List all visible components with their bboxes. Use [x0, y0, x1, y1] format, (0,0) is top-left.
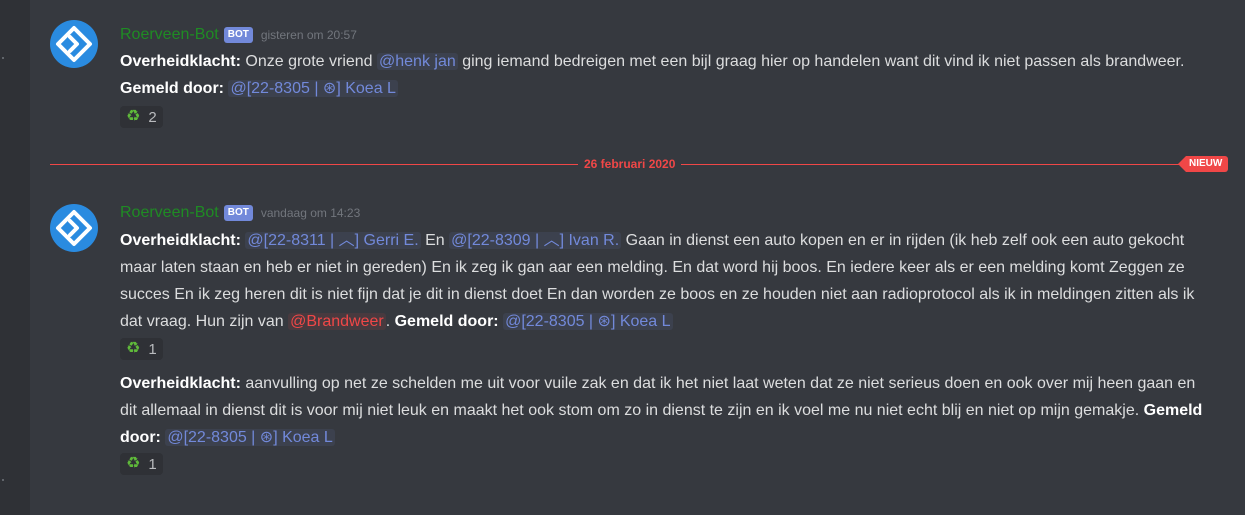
recycle-icon: ♻ — [126, 455, 141, 472]
reaction-count: 1 — [148, 455, 157, 473]
divider-date: 26 februari 2020 — [578, 156, 682, 172]
new-badge[interactable]: NIEUW — [1178, 156, 1229, 172]
reaction-button[interactable]: ♻ 2 — [120, 106, 163, 128]
recycle-icon: ♻ — [126, 108, 141, 125]
reporter-mention[interactable]: @[22-8305 | ⊛] Koea L — [228, 80, 398, 97]
message-content: Overheidklacht: @[22-8311 | ︿] Gerri E. … — [120, 227, 1205, 335]
complaint-label: Overheidklacht: — [120, 232, 241, 249]
reporter-label: Gemeld door: — [394, 313, 499, 330]
reporter-label: Gemeld door: — [120, 80, 225, 97]
complaint-label: Overheidklacht: — [120, 375, 241, 392]
timestamp[interactable]: gisteren om 20:57 — [261, 28, 357, 42]
channel-sidebar-edge — [0, 0, 30, 515]
role-mention[interactable]: @Brandweer — [288, 313, 386, 330]
message-text: Onze grote vriend — [240, 53, 378, 70]
message-content: Overheidklacht: aanvulling op net ze sch… — [120, 370, 1205, 451]
bot-tag: BOT — [223, 205, 253, 221]
user-mention[interactable]: @[22-8309 | ︿] Ivan R. — [449, 232, 622, 249]
user-mention[interactable]: @henk jan — [377, 53, 458, 70]
message-text: ging iemand bedreigen met een bijl graag… — [457, 53, 1185, 70]
message-text: En — [420, 232, 450, 249]
reporter-mention[interactable]: @[22-8305 | ⊛] Koea L — [503, 313, 673, 330]
message-text: aanvulling op net ze schelden me uit voo… — [120, 375, 1196, 419]
sidebar-dot — [2, 57, 4, 59]
recycle-icon: ♻ — [126, 340, 141, 357]
badge-arrow — [1178, 156, 1186, 172]
user-mention[interactable]: @[22-8311 | ︿] Gerri E. — [245, 232, 421, 249]
sidebar-dot — [2, 479, 4, 481]
username[interactable]: Roerveen-Bot — [120, 204, 219, 222]
bot-logo-icon — [56, 26, 92, 62]
message-content: Overheidklacht: Onze grote vriend @henk … — [120, 48, 1205, 102]
message-header: Roerveen-Bot BOT gisteren om 20:57 — [120, 24, 357, 46]
avatar[interactable] — [50, 20, 98, 68]
reaction-button[interactable]: ♻ 1 — [120, 453, 163, 475]
reaction-count: 2 — [148, 108, 157, 126]
timestamp[interactable]: vandaag om 14:23 — [261, 206, 360, 220]
avatar[interactable] — [50, 204, 98, 252]
message-text: . — [385, 313, 395, 330]
reaction-count: 1 — [148, 340, 157, 358]
complaint-label: Overheidklacht: — [120, 53, 241, 70]
reporter-mention[interactable]: @[22-8305 | ⊛] Koea L — [165, 429, 335, 446]
message-header: Roerveen-Bot BOT vandaag om 14:23 — [120, 202, 360, 224]
chat-app: Roerveen-Bot BOT gisteren om 20:57 Overh… — [0, 0, 1245, 515]
bot-logo-icon — [56, 210, 92, 246]
reaction-button[interactable]: ♻ 1 — [120, 338, 163, 360]
bot-tag: BOT — [223, 27, 253, 43]
message-list: Roerveen-Bot BOT gisteren om 20:57 Overh… — [30, 0, 1245, 515]
username[interactable]: Roerveen-Bot — [120, 26, 219, 44]
new-label: NIEUW — [1186, 156, 1229, 172]
